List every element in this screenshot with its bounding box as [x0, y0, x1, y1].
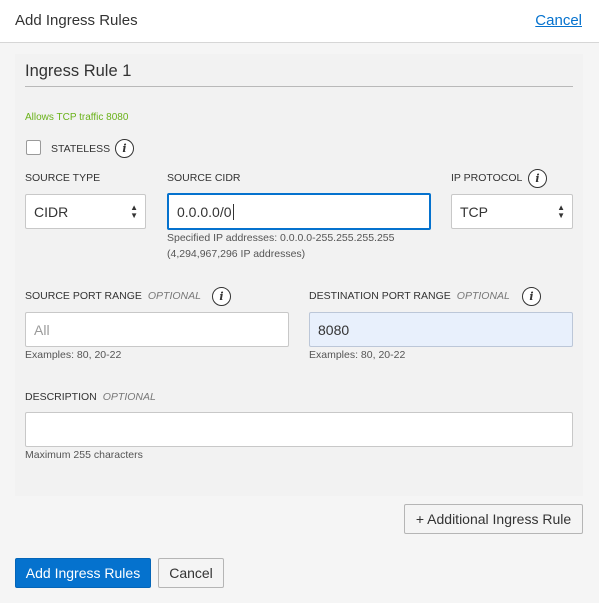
ip-protocol-value: TCP — [460, 203, 488, 220]
ingress-rule-panel: Ingress Rule 1 Allows TCP traffic 8080 S… — [15, 54, 583, 496]
optional-tag: OPTIONAL — [102, 391, 156, 403]
source-cidr-help-2: (4,294,967,296 IP addresses) — [167, 248, 306, 260]
divider — [25, 86, 573, 87]
source-type-label: SOURCE TYPE — [25, 172, 101, 184]
source-type-value: CIDR — [34, 203, 69, 220]
destination-port-range-help: Examples: 80, 20-22 — [309, 349, 406, 361]
destination-port-range-label-text: DESTINATION PORT RANGE — [309, 290, 451, 302]
additional-ingress-rule-button[interactable]: + Additional Ingress Rule — [404, 504, 583, 534]
info-icon[interactable]: i — [522, 287, 541, 306]
add-ingress-rules-button[interactable]: Add Ingress Rules — [15, 558, 151, 588]
source-cidr-help-1: Specified IP addresses: 0.0.0.0-255.255.… — [167, 232, 395, 244]
description-label: DESCRIPTION OPTIONAL — [25, 391, 156, 403]
source-cidr-label: SOURCE CIDR — [167, 172, 241, 184]
cancel-button[interactable]: Cancel — [158, 558, 224, 588]
ip-protocol-select[interactable]: TCP ▲ ▼ — [451, 194, 573, 229]
info-icon[interactable]: i — [528, 169, 547, 188]
description-input[interactable] — [25, 412, 573, 447]
chevron-updown-icon: ▲ ▼ — [130, 203, 138, 220]
source-cidr-value: 0.0.0.0/0 — [177, 203, 232, 220]
rule-title: Ingress Rule 1 — [25, 62, 132, 80]
optional-tag: OPTIONAL — [147, 290, 201, 302]
dialog-header: Add Ingress Rules Cancel — [0, 0, 599, 43]
description-label-text: DESCRIPTION — [25, 391, 97, 403]
source-cidr-input[interactable]: 0.0.0.0/0 — [167, 193, 431, 230]
ip-protocol-label: IP PROTOCOL — [451, 172, 523, 184]
source-port-range-label-text: SOURCE PORT RANGE — [25, 290, 142, 302]
source-type-select[interactable]: CIDR ▲ ▼ — [25, 194, 146, 229]
destination-port-range-input[interactable]: 8080 — [309, 312, 573, 347]
description-help: Maximum 255 characters — [25, 449, 143, 461]
source-port-range-placeholder: All — [34, 321, 50, 338]
info-icon[interactable]: i — [115, 139, 134, 158]
stateless-label: STATELESS — [51, 143, 111, 155]
info-icon[interactable]: i — [212, 287, 231, 306]
source-port-range-help: Examples: 80, 20-22 — [25, 349, 122, 361]
chevron-updown-icon: ▲ ▼ — [557, 203, 565, 220]
rule-hint: Allows TCP traffic 8080 — [25, 112, 129, 123]
dialog-title: Add Ingress Rules — [15, 12, 138, 29]
destination-port-range-value: 8080 — [318, 321, 350, 338]
source-port-range-label: SOURCE PORT RANGE OPTIONAL — [25, 290, 201, 302]
optional-tag: OPTIONAL — [456, 290, 510, 302]
text-cursor — [232, 203, 234, 220]
destination-port-range-label: DESTINATION PORT RANGE OPTIONAL — [309, 290, 510, 302]
stateless-checkbox[interactable] — [26, 140, 41, 155]
cancel-link[interactable]: Cancel — [535, 12, 582, 29]
source-port-range-input[interactable]: All — [25, 312, 289, 347]
